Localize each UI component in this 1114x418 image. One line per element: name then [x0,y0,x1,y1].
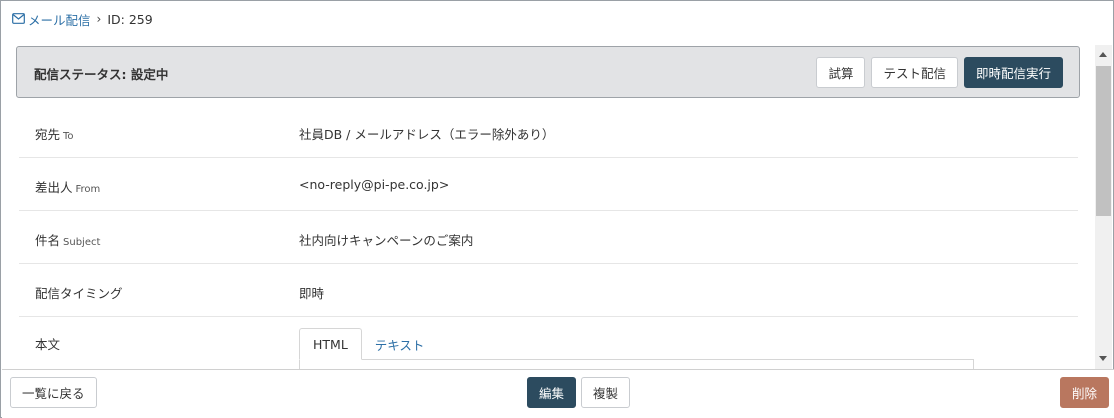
status-actions: 試算 テスト配信 即時配信実行 [816,57,1063,88]
send-now-button[interactable]: 即時配信実行 [963,57,1063,88]
row-label-ja: 件名 [35,233,61,248]
footer-toolbar: 一覧に戻る 編集 複製 削除 [2,369,1114,418]
body-tabs: HTML テキスト [299,328,437,360]
row-body: 本文 HTML テキスト [19,317,1078,369]
scroll-up-arrow-icon[interactable] [1099,52,1107,57]
row-timing: 配信タイミング 即時 [19,264,1078,317]
mail-icon [12,12,28,27]
edit-button[interactable]: 編集 [527,377,577,408]
row-to: 宛先 To 社員DB / メールアドレス（エラー除外あり） [19,105,1078,158]
row-label: 本文 [35,334,60,353]
row-label-en: Subject [63,237,101,248]
tab-html[interactable]: HTML [299,328,362,360]
body-tab-panel [299,359,974,369]
breadcrumb: メール配信 › ID: 259 [12,10,153,28]
row-label-ja: 差出人 [35,180,73,195]
status-bar: 配信ステータス: 設定中 試算 テスト配信 即時配信実行 [16,46,1080,98]
row-label: 宛先 To [35,124,74,143]
tab-text[interactable]: テキスト [362,328,438,360]
vertical-scrollbar[interactable] [1095,45,1112,369]
status-title: 配信ステータス: 設定中 [34,67,169,82]
row-subject: 件名 Subject 社内向けキャンペーンのご案内 [19,211,1078,264]
breadcrumb-separator: › [96,12,102,26]
row-value: 即時 [299,286,325,301]
detail-scroll-area[interactable]: 配信ステータス: 設定中 試算 テスト配信 即時配信実行 宛先 To 社員DB /… [2,45,1094,369]
breadcrumb-parent-label: メール配信 [28,12,91,28]
detail-rows: 宛先 To 社員DB / メールアドレス（エラー除外あり） 差出人 From <no… [19,105,1078,369]
test-send-button[interactable]: テスト配信 [871,57,958,88]
row-label: 配信タイミング [35,283,123,302]
row-label-ja: 宛先 [35,127,61,142]
row-value: 社員DB / メールアドレス（エラー除外あり） [299,127,555,142]
row-label: 件名 Subject [35,230,100,249]
row-label-en: From [75,184,101,195]
row-label: 差出人 From [35,177,100,196]
window-frame: メール配信 › ID: 259 配信ステータス: 設定中 試算 テスト配信 即時… [0,0,1114,418]
scroll-down-arrow-icon[interactable] [1099,356,1107,361]
trial-button[interactable]: 試算 [816,57,866,88]
row-label-en: To [63,131,74,142]
row-from: 差出人 From <no-reply@pi-pe.co.jp> [19,158,1078,211]
row-value: 社内向けキャンペーンのご案内 [299,233,474,248]
breadcrumb-current: ID: 259 [107,11,153,27]
row-label-ja: 配信タイミング [35,286,123,301]
copy-button[interactable]: 複製 [581,377,631,408]
back-to-list-button[interactable]: 一覧に戻る [10,377,97,408]
row-value: <no-reply@pi-pe.co.jp> [299,177,450,192]
scrollbar-thumb[interactable] [1096,66,1111,216]
row-label-ja: 本文 [35,337,61,352]
breadcrumb-mail-link[interactable]: メール配信 [12,10,91,29]
delete-button[interactable]: 削除 [1060,377,1110,408]
